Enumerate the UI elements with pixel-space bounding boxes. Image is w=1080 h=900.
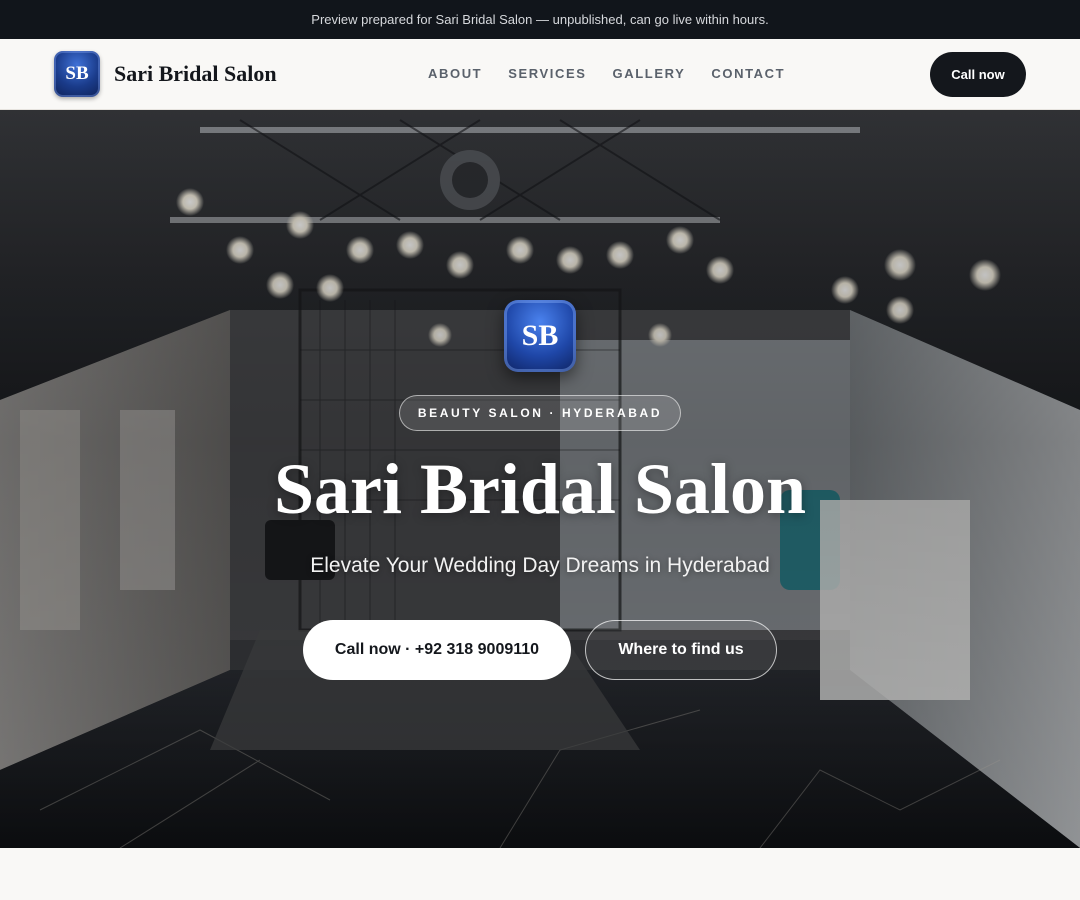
category-badge: BEAUTY SALON · HYDERABAD — [399, 395, 681, 431]
hero-logo-icon: SB — [504, 300, 576, 372]
brand-name: Sari Bridal Salon — [114, 61, 277, 86]
preview-notice-text: Preview prepared for Sari Bridal Salon —… — [311, 12, 769, 27]
call-phone-button[interactable]: Call now · +92 318 9009110 — [303, 620, 571, 680]
nav-contact[interactable]: CONTACT — [711, 66, 785, 81]
header-call-button[interactable]: Call now — [930, 52, 1026, 97]
main-nav: ABOUT SERVICES GALLERY CONTACT — [428, 66, 785, 81]
hero-content: SB BEAUTY SALON · HYDERABAD Sari Bridal … — [0, 110, 1080, 848]
nav-gallery[interactable]: GALLERY — [613, 66, 686, 81]
hero-logo-initials: SB — [521, 319, 559, 352]
nav-about[interactable]: ABOUT — [428, 66, 482, 81]
brand-link[interactable]: SB Sari Bridal Salon — [54, 51, 277, 97]
logo-icon: SB — [54, 51, 100, 97]
hero-title: Sari Bridal Salon — [273, 449, 807, 529]
logo-initials: SB — [65, 63, 89, 84]
site-header: SB Sari Bridal Salon ABOUT SERVICES GALL… — [0, 39, 1080, 110]
preview-notice-bar: Preview prepared for Sari Bridal Salon —… — [0, 0, 1080, 39]
nav-services[interactable]: SERVICES — [508, 66, 586, 81]
hero-section: SB BEAUTY SALON · HYDERABAD Sari Bridal … — [0, 110, 1080, 848]
hero-tagline: Elevate Your Wedding Day Dreams in Hyder… — [310, 554, 770, 577]
find-us-button[interactable]: Where to find us — [585, 620, 777, 680]
